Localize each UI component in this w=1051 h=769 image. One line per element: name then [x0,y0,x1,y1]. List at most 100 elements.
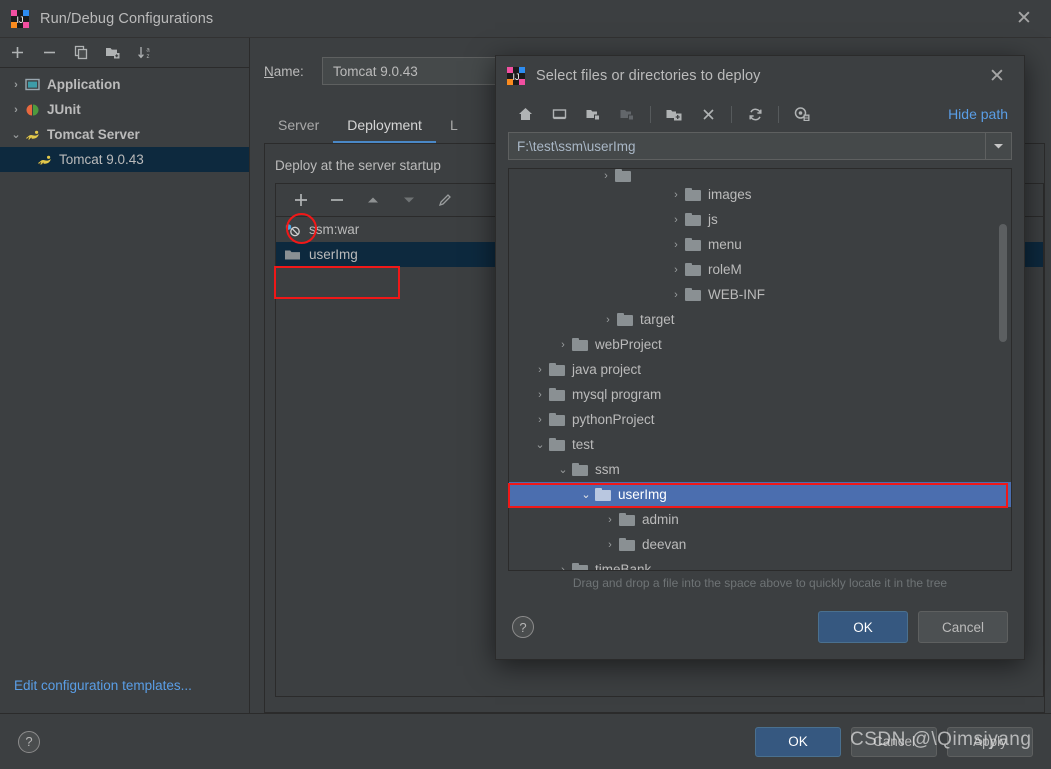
folder-icon [549,438,565,451]
tab-logs[interactable]: L [436,117,472,143]
path-combobox[interactable]: F:\test\ssm\userImg [508,132,1012,160]
add-configuration-button[interactable] [8,44,26,62]
chevron-right-icon[interactable]: › [531,364,549,376]
file-tree-label: menu [708,237,742,252]
file-tree-row-admin[interactable]: › admin [509,507,1011,532]
chevron-right-icon[interactable]: › [8,79,24,91]
svg-text:z: z [147,54,150,60]
edit-configuration-templates-link[interactable]: Edit configuration templates... [14,678,192,693]
file-tree-row-ssm[interactable]: ⌄ ssm [509,457,1011,482]
chevron-right-icon[interactable]: › [667,239,685,251]
file-tree-label: pythonProject [572,412,655,427]
home-icon[interactable] [512,102,538,126]
chevron-right-icon[interactable]: › [554,339,572,351]
folder-icon [685,263,701,276]
chevron-right-icon[interactable]: › [667,264,685,276]
file-tree-container[interactable]: › › images › js › menu › roleM › WEB-INF… [508,168,1012,571]
deployment-remove-button[interactable] [328,191,346,209]
deployment-edit-button[interactable] [436,191,454,209]
file-tree-row-userimg-selected[interactable]: ⌄ userImg [509,482,1011,507]
close-icon[interactable]: ✕ [980,61,1014,91]
file-tree-scrollbar-thumb[interactable] [999,224,1007,342]
deployment-move-down-button[interactable] [400,191,418,209]
file-tree-row-menu[interactable]: › menu [509,232,1011,257]
file-tree-row-target[interactable]: › target [509,307,1011,332]
new-folder-icon[interactable] [661,102,687,126]
config-tree-label: Tomcat 9.0.43 [59,152,144,167]
file-tree-label: ssm [595,462,620,477]
file-tree-label: timeBank [595,562,652,571]
help-icon[interactable]: ? [18,730,40,753]
file-tree-row-web-inf[interactable]: › WEB-INF [509,282,1011,307]
remove-configuration-button[interactable] [40,44,58,62]
toolbar-divider [778,105,779,123]
hide-path-link[interactable]: Hide path [948,106,1008,122]
intellij-idea-icon: IJ [506,66,526,86]
delete-icon[interactable] [695,102,721,126]
refresh-icon[interactable] [742,102,768,126]
file-tree-row-clipped[interactable]: › [509,169,1011,182]
chevron-right-icon[interactable]: › [601,514,619,526]
svg-text:a: a [146,48,150,54]
dialog-cancel-button[interactable]: Cancel [918,611,1008,643]
chevron-right-icon[interactable]: › [531,389,549,401]
config-tree-item-junit[interactable]: › JUnit [0,97,249,122]
file-tree-row-timebank[interactable]: › timeBank [509,557,1011,571]
file-tree-row-pythonproject[interactable]: › pythonProject [509,407,1011,432]
deployment-move-up-button[interactable] [364,191,382,209]
file-tree-row-java-project[interactable]: › java project [509,357,1011,382]
new-folder-button[interactable] [104,44,122,62]
file-tree-row-webproject[interactable]: › webProject [509,332,1011,357]
chevron-right-icon[interactable]: › [667,214,685,226]
deployment-add-button[interactable] [292,191,310,209]
configurations-tree: › Application › JUnit ⌄ Tomcat Server To… [0,68,249,657]
chevron-right-icon[interactable]: › [8,104,24,116]
folder-icon [619,538,635,551]
chevron-right-icon[interactable]: › [531,414,549,426]
file-tree-row-deevan[interactable]: › deevan [509,532,1011,557]
file-tree-row-js[interactable]: › js [509,207,1011,232]
dialog-ok-button[interactable]: OK [818,611,908,643]
chevron-down-icon[interactable]: ⌄ [577,488,595,501]
sidebar-footer: Edit configuration templates... [0,657,249,713]
folder-icon [685,238,701,251]
file-tree-label: WEB-INF [708,287,765,302]
file-tree-row-rolem[interactable]: › roleM [509,257,1011,282]
chevron-right-icon[interactable]: › [554,564,572,571]
tab-deployment[interactable]: Deployment [333,117,436,143]
chevron-right-icon[interactable]: › [667,189,685,201]
folder-icon [685,213,701,226]
chevron-down-icon[interactable]: ⌄ [8,128,24,141]
folder-icon [284,247,302,263]
chevron-right-icon[interactable]: › [601,539,619,551]
file-tree-row-test[interactable]: ⌄ test [509,432,1011,457]
chevron-down-icon[interactable]: ⌄ [531,438,549,451]
copy-configuration-button[interactable] [72,44,90,62]
folder-icon [572,463,588,476]
file-tree-row-mysql-program[interactable]: › mysql program [509,382,1011,407]
config-tree-item-tomcat-server[interactable]: ⌄ Tomcat Server [0,122,249,147]
main-ok-button[interactable]: OK [755,726,841,757]
file-tree-label: roleM [708,262,742,277]
project-folder-icon[interactable] [580,102,606,126]
close-icon[interactable]: ✕ [1007,4,1041,34]
desktop-icon[interactable] [546,102,572,126]
path-input[interactable]: F:\test\ssm\userImg [509,133,985,159]
deployment-item-label: userImg [309,247,358,262]
file-tree-row-images[interactable]: › images [509,182,1011,207]
chevron-right-icon[interactable]: › [667,289,685,301]
chevron-right-icon[interactable]: › [597,170,615,182]
toolbar-divider [650,105,651,123]
configurations-sidebar: a z › Application › JUnit ⌄ Tomcat Serve… [0,38,250,713]
chevron-down-icon[interactable] [985,133,1011,159]
config-tree-item-application[interactable]: › Application [0,72,249,97]
application-icon [24,77,41,93]
help-icon[interactable]: ? [512,616,534,638]
show-hidden-files-icon[interactable] [789,102,815,126]
name-label: Name: [264,63,304,79]
chevron-down-icon[interactable]: ⌄ [554,463,572,476]
tab-server[interactable]: Server [264,117,333,143]
config-tree-item-tomcat-9043[interactable]: Tomcat 9.0.43 [0,147,249,172]
chevron-right-icon[interactable]: › [599,314,617,326]
sort-alphabetically-icon[interactable]: a z [136,44,154,62]
